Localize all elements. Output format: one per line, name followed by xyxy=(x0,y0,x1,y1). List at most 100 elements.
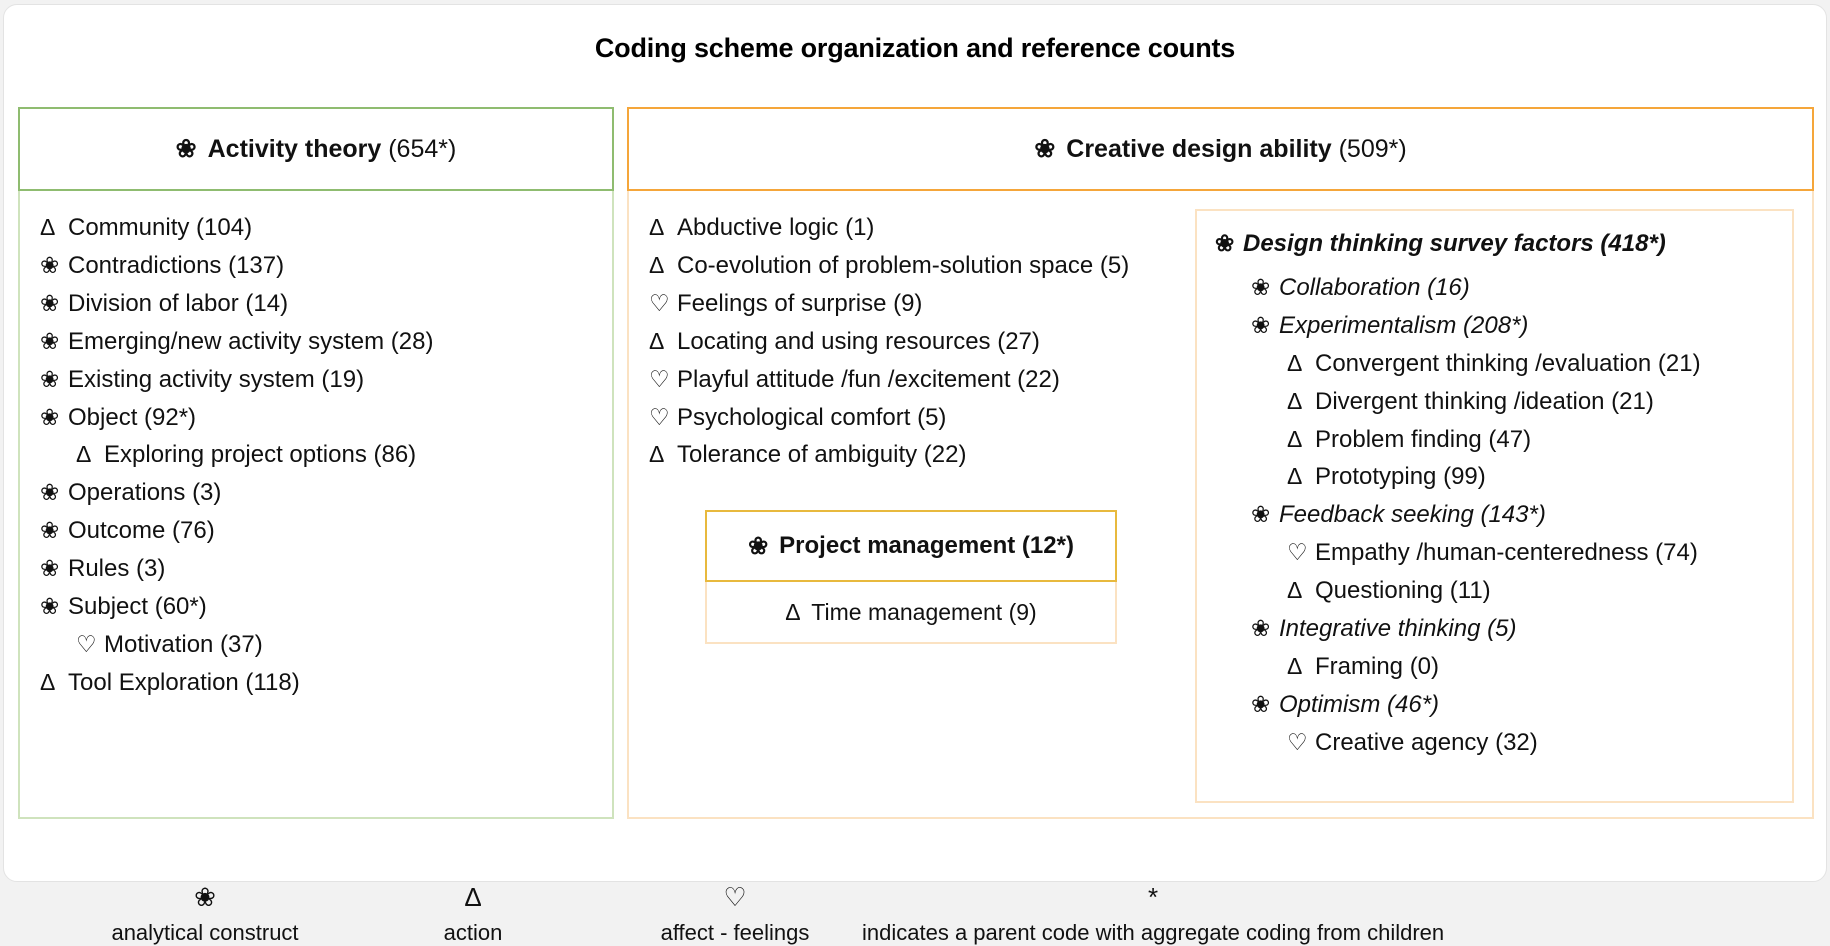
action-icon: Δ xyxy=(1287,463,1303,490)
analytical-construct-icon: ❀ xyxy=(40,555,60,582)
list-item-label: Abductive logic (1) xyxy=(677,214,875,241)
project-management-header-label: Project management (12*) xyxy=(779,532,1074,560)
affect-icon: ♡ xyxy=(649,289,670,316)
action-icon: Δ xyxy=(649,441,665,468)
list-item: ♡ Playful attitude /fun /excitement (22) xyxy=(649,361,1179,399)
list-item: ♡ Psychological comfort (5) xyxy=(649,399,1179,437)
activity-theory-list: Δ Community (104) ❀ Contradictions (137) ❀ Di… xyxy=(40,209,594,702)
list-item-label: Feelings of surprise (9) xyxy=(677,289,923,317)
list-item: ❀ Object (92*) xyxy=(40,399,594,437)
list-item-label: Questioning (11) xyxy=(1315,577,1491,605)
action-icon: Δ xyxy=(1287,577,1303,604)
legend-label-asterisk: indicates a parent code with aggregate c… xyxy=(862,920,1445,945)
analytical-construct-icon: ❀ xyxy=(40,365,60,392)
list-item-label: Object (92*) xyxy=(68,403,197,431)
list-item-label: Experimentalism (208*) xyxy=(1279,311,1529,339)
project-management-body: Δ Time management (9) xyxy=(705,582,1117,645)
list-item: ❀ Collaboration (16) xyxy=(1215,269,1778,307)
list-item-label: Prototyping (99) xyxy=(1315,463,1486,491)
legend-label-affect: affect - feelings xyxy=(660,920,810,945)
list-item: Δ Community (104) xyxy=(40,209,594,247)
creative-design-ability-inner: Δ Abductive logic (1) Δ Co-evolution of pro… xyxy=(649,209,1794,803)
creative-design-ability-list: Δ Abductive logic (1) Δ Co-evolution of pro… xyxy=(649,209,1179,474)
analytical-construct-icon: ❀ xyxy=(1251,273,1271,300)
list-item: ❀ Subject (60*) xyxy=(40,588,594,626)
list-item: Δ Tool Exploration (118) xyxy=(40,664,594,702)
project-management-item-label: Time management (9) xyxy=(811,598,1037,625)
diagram-card: Coding scheme organization and reference… xyxy=(3,4,1827,882)
legend-label-analytical-construct: analytical construct xyxy=(111,920,299,945)
list-item: ❀ Outcome (76) xyxy=(40,512,594,550)
list-item-label: Outcome (76) xyxy=(68,517,215,545)
analytical-construct-icon: ❀ xyxy=(748,532,769,560)
analytical-construct-icon: ❀ xyxy=(1251,501,1271,528)
list-item-label: Community (104) xyxy=(68,214,253,241)
affect-icon: ♡ xyxy=(76,630,97,657)
analytical-construct-icon: ❀ xyxy=(175,135,197,163)
activity-theory-header-count: (654*) xyxy=(388,134,457,163)
action-icon: Δ xyxy=(1287,387,1303,414)
action-icon: Δ xyxy=(785,598,801,625)
analytical-construct-icon: ❀ xyxy=(40,517,60,544)
analytical-construct-icon: ❀ xyxy=(1251,690,1271,717)
activity-theory-header: ❀ Activity theory (654*) xyxy=(18,107,614,191)
list-item-label: Tool Exploration (118) xyxy=(68,668,300,696)
list-item-label: Emerging/new activity system (28) xyxy=(68,327,434,355)
legend-item-action: Δ action xyxy=(368,884,578,946)
analytical-construct-icon: ❀ xyxy=(1034,135,1056,163)
list-item: ❀ Feedback seeking (143*) xyxy=(1215,496,1778,534)
legend: ❀ analytical construct Δ action ♡ affect… xyxy=(0,882,1830,945)
columns-container: ❀ Activity theory (654*) Δ Community (104… xyxy=(18,107,1814,819)
list-item: Δ Tolerance of ambiguity (22) xyxy=(649,436,1179,474)
creative-design-ability-header-label: Creative design ability xyxy=(1066,134,1332,163)
creative-design-ability-header-count: (509*) xyxy=(1338,134,1407,163)
list-item: ❀ Rules (3) xyxy=(40,550,594,588)
list-item: ❀ Operations (3) xyxy=(40,474,594,512)
design-thinking-survey-factors-header-label: Design thinking survey factors (418*) xyxy=(1243,230,1666,257)
creative-design-ability-body: Δ Abductive logic (1) Δ Co-evolution of pro… xyxy=(627,191,1814,819)
legend-item-asterisk: * indicates a parent code with aggregate… xyxy=(862,884,1444,946)
analytical-construct-icon: ❀ xyxy=(194,882,216,912)
project-management-header: ❀ Project management (12*) xyxy=(705,510,1117,583)
activity-theory-header-label: Activity theory xyxy=(207,134,382,163)
action-icon: Δ xyxy=(649,251,665,278)
list-item: Δ Divergent thinking /ideation (21) xyxy=(1215,383,1778,421)
analytical-construct-icon: ❀ xyxy=(40,593,60,620)
list-item-label: Empathy /human-centeredness (74) xyxy=(1315,539,1698,567)
analytical-construct-icon: ❀ xyxy=(40,289,60,316)
affect-icon: ♡ xyxy=(1287,539,1308,566)
affect-icon: ♡ xyxy=(649,365,670,392)
analytical-construct-icon: ❀ xyxy=(40,479,60,506)
list-item: ♡ Creative agency (32) xyxy=(1215,724,1778,762)
page-title: Coding scheme organization and reference… xyxy=(594,33,1236,63)
affect-icon: ♡ xyxy=(723,882,747,912)
list-item-label: Problem finding (47) xyxy=(1315,425,1532,453)
list-item-label: Integrative thinking (5) xyxy=(1279,615,1517,643)
list-item: Δ Prototyping (99) xyxy=(1215,458,1778,496)
analytical-construct-icon: ❀ xyxy=(40,403,60,430)
list-item: ♡ Motivation (37) xyxy=(40,626,594,664)
creative-design-ability-header: ❀ Creative design ability (509*) xyxy=(627,107,1814,191)
list-item-label: Framing (0) xyxy=(1315,652,1440,680)
list-item-label: Playful attitude /fun /excitement (22) xyxy=(677,365,1060,393)
analytical-construct-icon: ❀ xyxy=(40,251,60,278)
list-item: Δ Framing (0) xyxy=(1215,648,1778,686)
action-icon: Δ xyxy=(464,882,482,912)
list-item-label: Exploring project options (86) xyxy=(104,441,417,469)
list-item: ❀ Experimentalism (208*) xyxy=(1215,307,1778,345)
list-item-label: Motivation (37) xyxy=(104,630,263,658)
section-activity-theory: ❀ Activity theory (654*) Δ Community (104… xyxy=(18,107,614,819)
section-creative-design-ability: ❀ Creative design ability (509*) Δ Abduct… xyxy=(627,107,1814,819)
list-item: Δ Exploring project options (86) xyxy=(40,436,594,474)
list-item-label: Collaboration (16) xyxy=(1279,273,1470,301)
list-item: Δ Questioning (11) xyxy=(1215,572,1778,610)
creative-design-ability-left-pane: Δ Abductive logic (1) Δ Co-evolution of pro… xyxy=(649,209,1179,803)
list-item-label: Existing activity system (19) xyxy=(68,365,365,393)
list-item: Δ Problem finding (47) xyxy=(1215,421,1778,459)
affect-icon: ♡ xyxy=(1287,728,1308,755)
section-project-management: ❀ Project management (12*) Δ Time manage… xyxy=(705,510,1117,645)
list-item-label: Division of labor (14) xyxy=(68,289,289,317)
list-item-label: Rules (3) xyxy=(68,555,166,583)
list-item-label: Optimism (46*) xyxy=(1279,690,1440,718)
list-item-label: Contradictions (137) xyxy=(68,251,285,279)
